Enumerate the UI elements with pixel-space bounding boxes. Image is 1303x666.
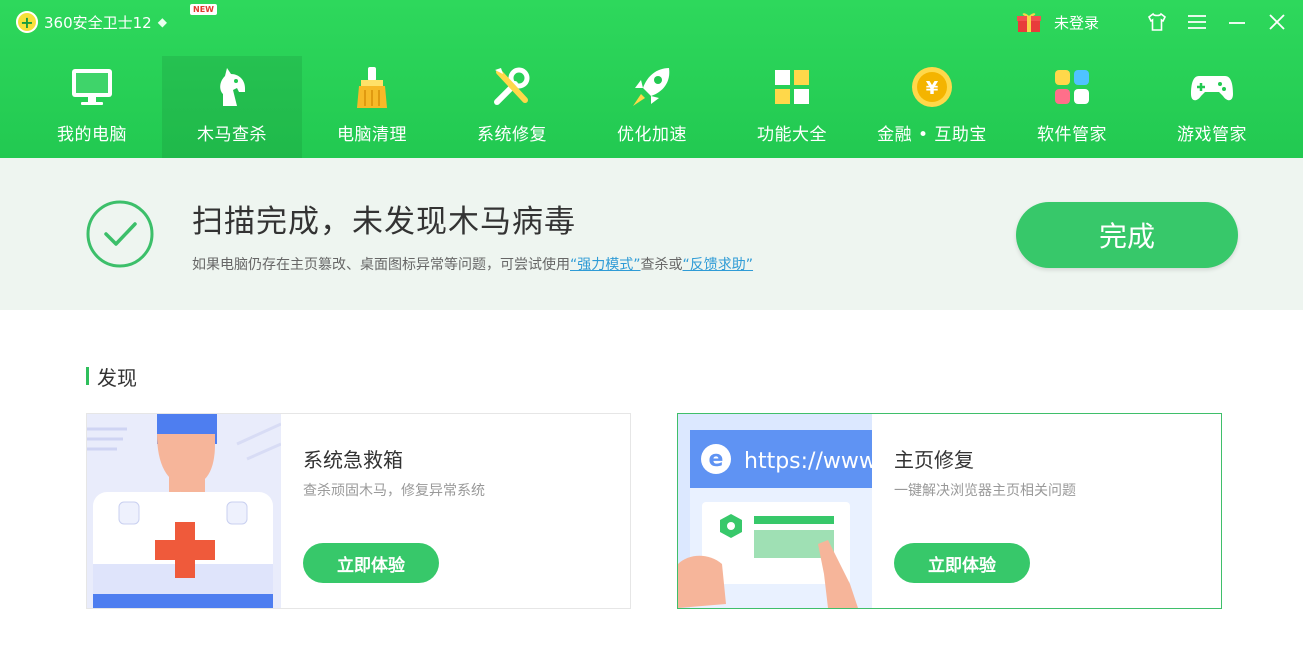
- svg-text:¥: ¥: [926, 78, 939, 99]
- nav-label: 功能大全: [757, 125, 827, 145]
- nav-my-computer[interactable]: 我的电脑: [22, 56, 162, 158]
- horse-icon: [209, 64, 255, 110]
- first-aid-kit-illustration: [87, 414, 281, 608]
- header: + 360安全卫士12 ◆ NEW 未登录 我的电脑 木马查杀 电脑清理 系统修…: [0, 0, 1303, 158]
- nav-label: 优化加速: [617, 125, 687, 145]
- gift-icon[interactable]: [1016, 11, 1042, 33]
- browser-repair-illustration: e https://www: [678, 414, 872, 608]
- result-hint-prefix: 如果电脑仍存在主页篡改、桌面图标异常等问题，可尝试使用: [192, 257, 570, 273]
- gamepad-icon: [1189, 64, 1235, 110]
- card-homepage-repair[interactable]: e https://www 主页修复 一键解决浏览器主页相关问题 立即体验: [677, 413, 1222, 609]
- discover-section-title: 发现: [86, 365, 137, 390]
- skin-tshirt-icon[interactable]: [1147, 12, 1167, 32]
- nav-software-manager[interactable]: 软件管家: [1002, 56, 1142, 158]
- card-description: 查杀顽固木马，修复异常系统: [303, 483, 485, 499]
- result-hint: 如果电脑仍存在主页篡改、桌面图标异常等问题，可尝试使用“强力模式”查杀或“反馈求…: [192, 254, 753, 274]
- card-description: 一键解决浏览器主页相关问题: [894, 483, 1076, 499]
- nav-all-functions[interactable]: 功能大全: [722, 56, 862, 158]
- tools-icon: [489, 64, 535, 110]
- svg-text:e: e: [709, 447, 724, 472]
- main-nav: 我的电脑 木马查杀 电脑清理 系统修复 优化加速 功能大全 ¥ 金融 • 互助宝…: [22, 56, 1282, 158]
- nav-system-repair[interactable]: 系统修复: [442, 56, 582, 158]
- feedback-link[interactable]: “反馈求助”: [683, 257, 754, 273]
- section-accent-bar: [86, 367, 89, 385]
- nav-game-manager[interactable]: 游戏管家: [1142, 56, 1282, 158]
- scan-result-banner: 扫描完成，未发现木马病毒 如果电脑仍存在主页篡改、桌面图标异常等问题，可尝试使用…: [0, 158, 1303, 310]
- nav-label: 游戏管家: [1177, 125, 1247, 145]
- login-status[interactable]: 未登录: [1054, 12, 1099, 33]
- try-now-button[interactable]: 立即体验: [303, 543, 439, 583]
- done-button[interactable]: 完成: [1016, 202, 1238, 268]
- nav-label: 软件管家: [1037, 125, 1107, 145]
- nav-label: 金融 • 互助宝: [877, 125, 987, 145]
- coin-icon: ¥: [909, 64, 955, 110]
- nav-label: 电脑清理: [337, 125, 407, 145]
- discover-title-text: 发现: [97, 365, 137, 390]
- computer-icon: [69, 64, 115, 110]
- nav-pc-cleanup[interactable]: 电脑清理: [302, 56, 442, 158]
- nav-label: 系统修复: [477, 125, 547, 145]
- nav-trojan-scan[interactable]: 木马查杀: [162, 56, 302, 158]
- app-title-text: 360安全卫士12: [44, 13, 152, 32]
- result-title: 扫描完成，未发现木马病毒: [192, 204, 576, 240]
- nav-label: 我的电脑: [57, 125, 127, 145]
- nav-optimize-speed[interactable]: 优化加速: [582, 56, 722, 158]
- rocket-icon: [629, 64, 675, 110]
- menu-icon[interactable]: [1187, 12, 1207, 32]
- 360-logo-icon: +: [16, 11, 38, 33]
- card-system-rescue[interactable]: 系统急救箱 查杀顽固木马，修复异常系统 立即体验: [86, 413, 631, 609]
- grid-icon: [769, 64, 815, 110]
- app-title: + 360安全卫士12 ◆: [16, 10, 167, 34]
- window-controls: 未登录: [1016, 8, 1287, 36]
- url-text: https://www: [744, 449, 872, 474]
- card-title: 系统急救箱: [303, 448, 403, 472]
- new-badge: NEW: [190, 4, 217, 15]
- result-hint-mid: 查杀或: [640, 257, 683, 273]
- power-mode-link[interactable]: “强力模式”: [570, 257, 641, 273]
- try-now-button[interactable]: 立即体验: [894, 543, 1030, 583]
- nav-label: 木马查杀: [197, 125, 267, 145]
- close-icon[interactable]: [1267, 12, 1287, 32]
- nav-finance[interactable]: ¥ 金融 • 互助宝: [862, 56, 1002, 158]
- broom-icon: [349, 64, 395, 110]
- diamond-icon[interactable]: ◆: [158, 15, 167, 29]
- check-circle-icon: [86, 200, 154, 268]
- card-title: 主页修复: [894, 448, 974, 472]
- apps-icon: [1049, 64, 1095, 110]
- minimize-icon[interactable]: [1227, 12, 1247, 32]
